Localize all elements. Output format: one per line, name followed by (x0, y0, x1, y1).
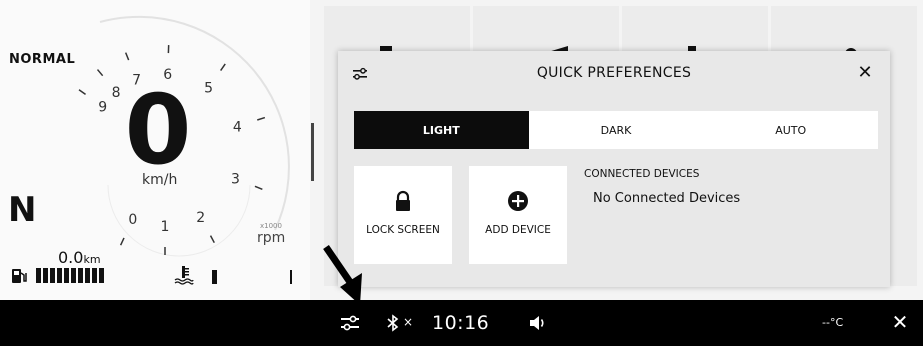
rpm-tick (209, 235, 215, 244)
bluetooth-icon (387, 314, 399, 332)
add-device-label: ADD DEVICE (485, 224, 551, 236)
fuel-bar (99, 268, 104, 283)
odometer: 0.0km (58, 248, 101, 267)
rpm-tick (257, 116, 266, 121)
rpm-tick (96, 69, 104, 77)
rpm-tick-label: 3 (231, 171, 240, 187)
fuel-bar (92, 268, 97, 283)
coolant-temperature-icon (174, 266, 194, 285)
tab-light[interactable]: LIGHT (354, 111, 529, 149)
tab-dark[interactable]: DARK (529, 111, 704, 149)
rpm-unit: rpm (257, 230, 286, 246)
fuel-bar (36, 268, 41, 283)
statusbar-close-button[interactable]: ✕ (888, 310, 912, 334)
close-button[interactable]: ✕ (854, 62, 876, 84)
rpm-tick-label: 9 (98, 99, 107, 115)
fuel-bar (57, 268, 62, 283)
odometer-unit: km (83, 253, 101, 266)
fuel-bar (85, 268, 90, 283)
fuel-bar (43, 268, 48, 283)
speed-readout: 0 (124, 74, 192, 186)
add-device-button[interactable]: ADD DEVICE (469, 166, 567, 264)
coolant-scale-end (290, 270, 292, 284)
speed-unit: km/h (142, 172, 178, 188)
rpm-tick (124, 52, 130, 61)
fuel-bar (50, 268, 55, 283)
fuel-bar (71, 268, 76, 283)
volume-icon[interactable] (528, 314, 548, 332)
quick-preferences-icon[interactable] (340, 313, 360, 333)
rpm-tick-label: 2 (196, 210, 205, 226)
gear-indicator: N (8, 190, 37, 230)
coolant-level-bar (212, 270, 217, 284)
rpm-tick-label: 0 (128, 212, 137, 228)
outside-temperature: --°C (822, 316, 844, 329)
lock-icon (396, 190, 410, 211)
theme-selector: LIGHT DARK AUTO (354, 111, 878, 149)
plus-circle-icon (508, 191, 528, 211)
panel-header: QUICK PREFERENCES ✕ (338, 51, 890, 97)
rpm-tick-label: 4 (233, 120, 242, 136)
rpm-multiplier: x1000 (260, 222, 282, 230)
rpm-tick (78, 89, 86, 95)
clock: 10:16 (432, 312, 490, 334)
fuel-bar (64, 268, 69, 283)
fuel-pump-icon (12, 269, 27, 283)
instrument-cluster: 0123456789 NORMAL 0 km/h N 0.0km x1000 r… (0, 0, 310, 300)
quick-preferences-panel: QUICK PREFERENCES ✕ LIGHT DARK AUTO LOCK… (338, 51, 890, 287)
scrollbar[interactable] (311, 123, 314, 181)
panel-title: QUICK PREFERENCES (536, 65, 692, 81)
bluetooth-off-indicator: × (403, 315, 414, 329)
fuel-level-bars (36, 268, 104, 283)
pointer-arrow (323, 245, 362, 305)
lock-screen-label: LOCK SCREEN (366, 224, 440, 236)
tab-auto[interactable]: AUTO (703, 111, 878, 149)
connected-devices-status: No Connected Devices (593, 191, 741, 206)
rpm-tick (220, 63, 226, 71)
rpm-tick (254, 185, 263, 191)
odometer-value: 0.0 (58, 248, 84, 267)
rpm-tick (119, 237, 125, 246)
drive-mode: NORMAL (9, 52, 76, 67)
rpm-tick-label: 1 (161, 219, 170, 235)
connected-devices-heading: CONNECTED DEVICES (584, 168, 700, 180)
fuel-bar (78, 268, 83, 283)
